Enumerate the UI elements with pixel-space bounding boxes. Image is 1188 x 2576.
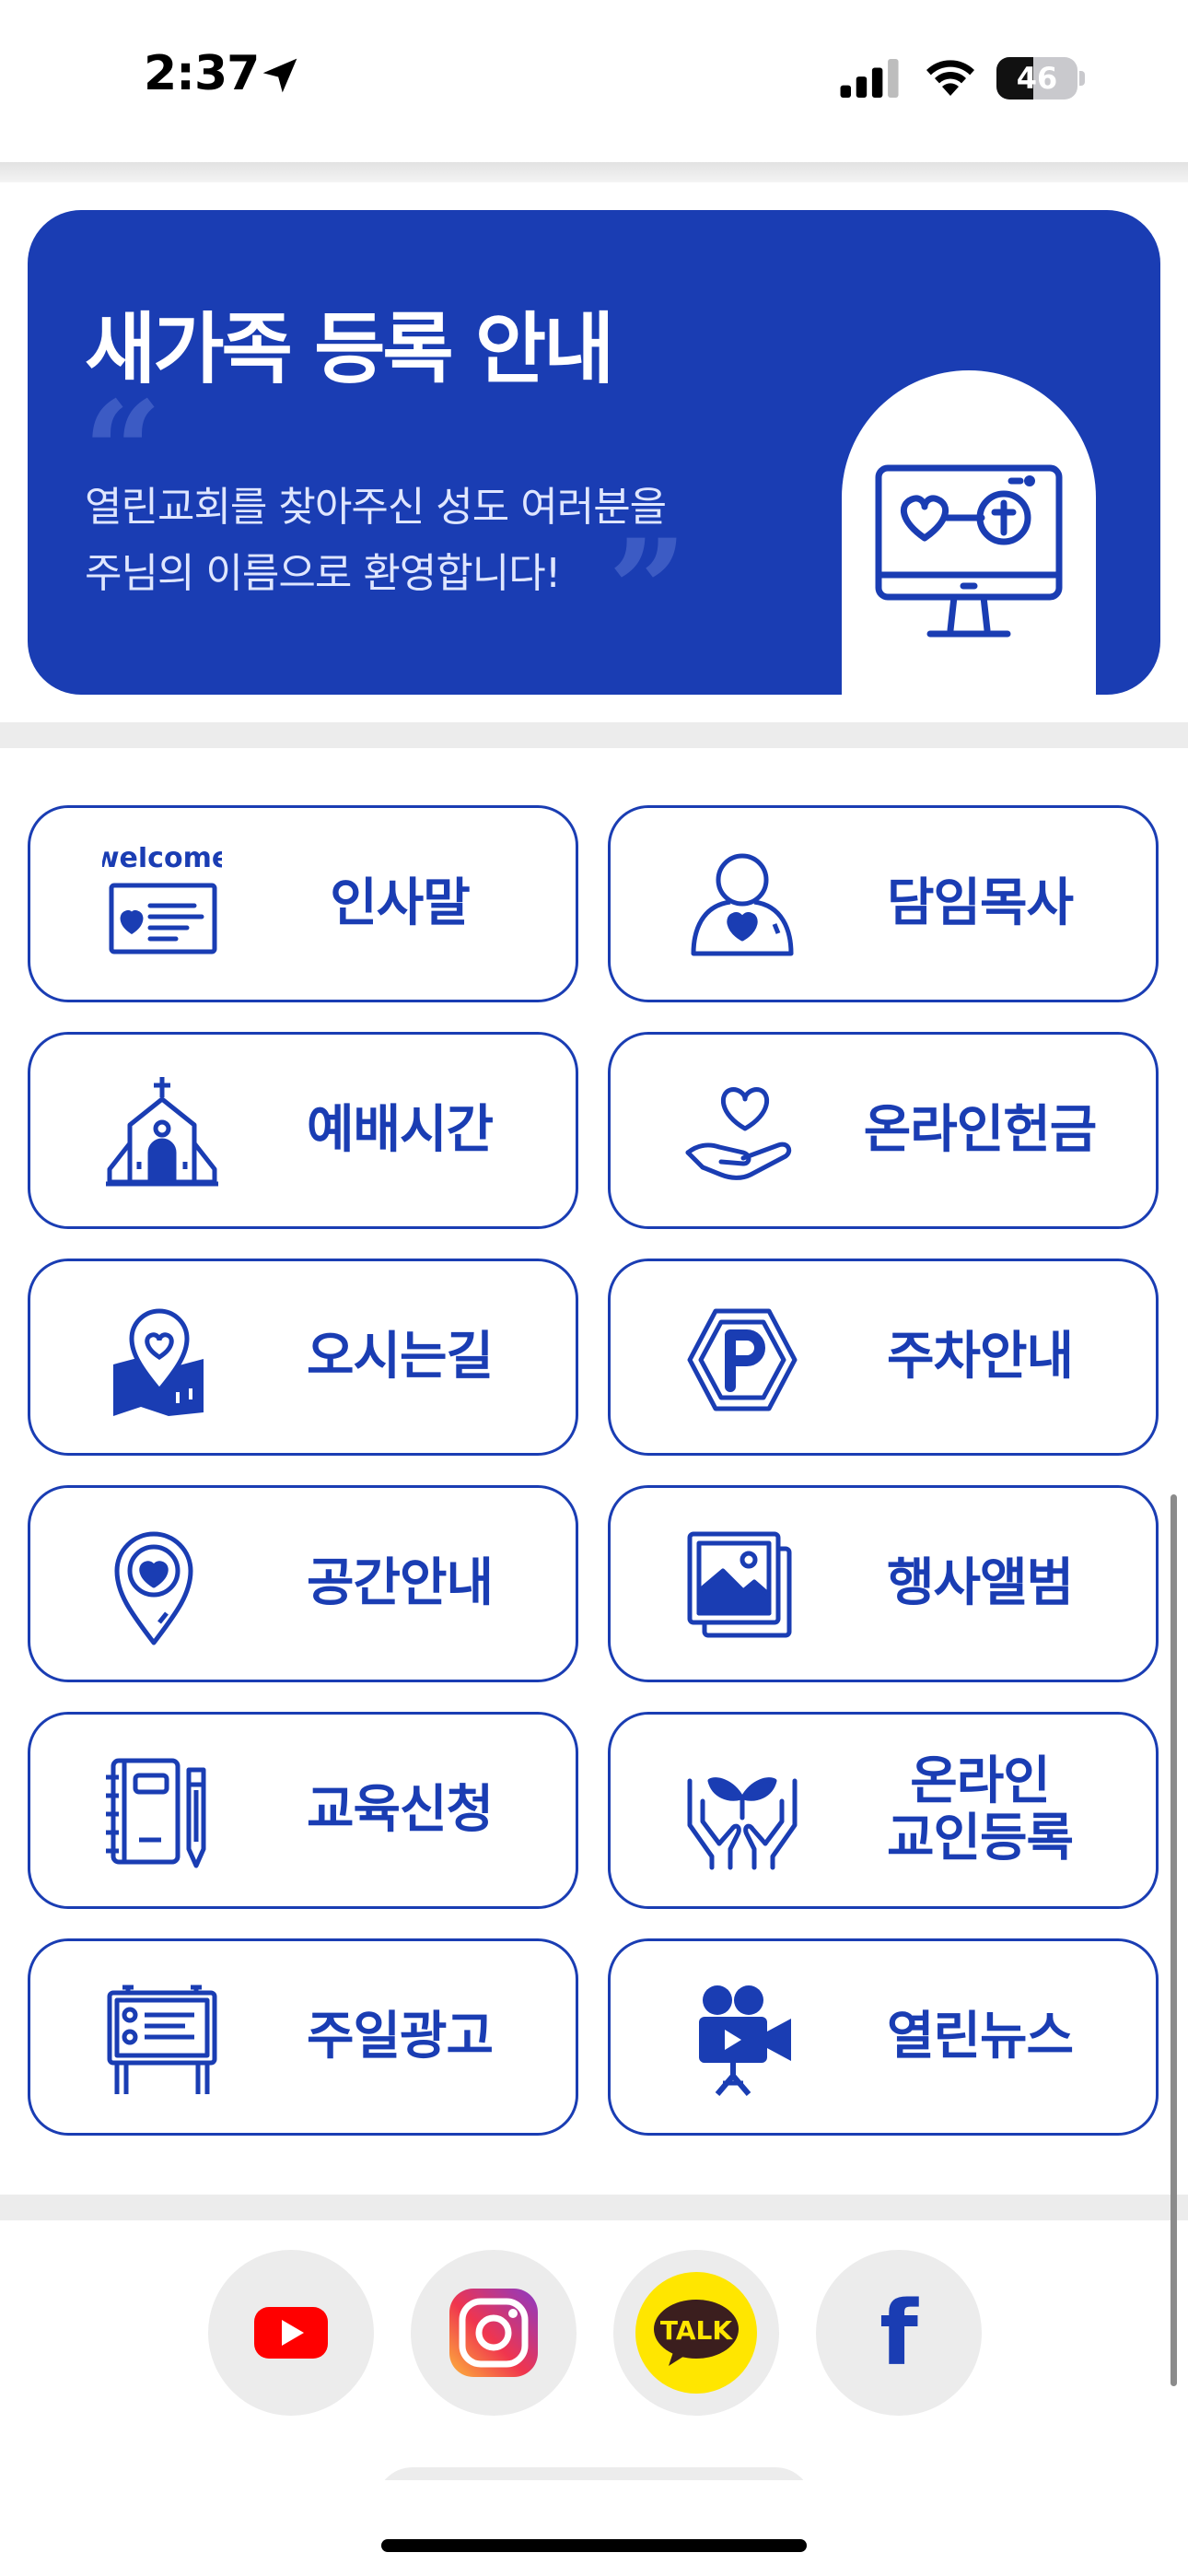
menu-worship-time[interactable]: 예배시간: [28, 1032, 578, 1229]
instagram-icon: [449, 2289, 538, 2377]
kakaotalk-button[interactable]: TALK: [613, 2250, 779, 2416]
menu-label: 온라인헌금: [863, 1100, 1098, 1161]
menu-label: 오시는길: [306, 1327, 494, 1388]
status-time: 2:37: [144, 46, 260, 101]
menu-label: 교육신청: [306, 1780, 494, 1841]
menu-space-guide[interactable]: 공간안내: [28, 1485, 578, 1682]
wifi-icon: [926, 60, 974, 96]
menu-event-album[interactable]: 행사앨범: [608, 1485, 1159, 1682]
menu-greeting[interactable]: welcome 인사말: [28, 805, 578, 1002]
menu-sunday-notice[interactable]: 주일광고: [28, 1938, 578, 2136]
menu-label: 예배시간: [306, 1100, 494, 1161]
section-divider: [0, 722, 1188, 748]
notice-board-icon: [107, 1985, 217, 2094]
menu-yeollin-news[interactable]: 열린뉴스: [608, 1938, 1159, 2136]
battery-cap: [1079, 71, 1085, 86]
new-family-banner[interactable]: 새가족 등록 안내 “ 열린교회를 찾아주신 성도 여러분을 주님의 이름으로 …: [28, 210, 1160, 695]
close-quote-icon: ”: [608, 509, 688, 672]
video-camera-icon: [699, 1985, 791, 2096]
location-arrow-icon: [262, 58, 297, 93]
menu-online-member-registration[interactable]: 온라인 교인등록: [608, 1712, 1159, 1909]
notebook-pencil-icon: [106, 1758, 206, 1868]
map-pin-icon: [113, 1308, 204, 1416]
menu-directions[interactable]: 오시는길: [28, 1259, 578, 1456]
battery-body: 46: [996, 57, 1077, 100]
location-pin-heart-icon: [114, 1531, 193, 1645]
home-indicator[interactable]: [381, 2539, 807, 2552]
svg-text:TALK: TALK: [660, 2315, 733, 2346]
banner-arch: [842, 370, 1096, 695]
header-divider: [0, 162, 1188, 182]
hand-heart-icon: [685, 1087, 792, 1180]
facebook-icon: f: [879, 2282, 919, 2385]
footer-divider: [0, 2195, 1188, 2220]
svg-text:welcome: welcome: [102, 847, 222, 874]
church-icon: [106, 1077, 218, 1187]
facebook-button[interactable]: f: [816, 2250, 982, 2416]
menu-online-offering[interactable]: 온라인헌금: [608, 1032, 1159, 1229]
menu-label: 주일광고: [306, 2007, 494, 2067]
youtube-icon: [254, 2307, 328, 2359]
menu-label: 공간안내: [306, 1553, 494, 1614]
battery-level: 46: [1016, 61, 1058, 96]
youtube-button[interactable]: [208, 2250, 374, 2416]
menu-parking[interactable]: 주차안내: [608, 1259, 1159, 1456]
banner-title: 새가족 등록 안내: [85, 304, 614, 394]
menu-label: 담임목사: [886, 873, 1074, 934]
menu-label: 인사말: [330, 873, 471, 934]
menu-label: 열린뉴스: [886, 2007, 1074, 2067]
status-bar: 2:37 46: [0, 0, 1188, 162]
banner-text-line-2: 주님의 이름으로 환영합니다!: [85, 550, 561, 597]
menu-label: 주차안내: [886, 1327, 1074, 1388]
welcome-card-icon: welcome: [102, 847, 222, 954]
parking-icon: [687, 1308, 798, 1411]
scrollbar[interactable]: [1171, 1494, 1177, 2386]
menu-label: 행사앨범: [886, 1553, 1074, 1614]
photo-album-icon: [687, 1531, 792, 1638]
home-indicator-area: [0, 2480, 1188, 2576]
battery-indicator: 46: [996, 57, 1085, 100]
svg-text:f: f: [879, 2282, 919, 2385]
cellular-signal-icon: [840, 59, 899, 98]
hands-sprout-icon: [687, 1777, 798, 1870]
instagram-button[interactable]: [411, 2250, 577, 2416]
kakaotalk-icon: TALK: [635, 2272, 757, 2394]
menu-senior-pastor[interactable]: 담임목사: [608, 805, 1159, 1002]
pastor-person-icon: [691, 853, 794, 956]
monitor-heart-cross-icon: [875, 464, 1063, 638]
banner-text-line-1: 열린교회를 찾아주신 성도 여러분을: [85, 484, 667, 531]
menu-label: 온라인 교인등록: [886, 1751, 1074, 1868]
menu-education-apply[interactable]: 교육신청: [28, 1712, 578, 1909]
